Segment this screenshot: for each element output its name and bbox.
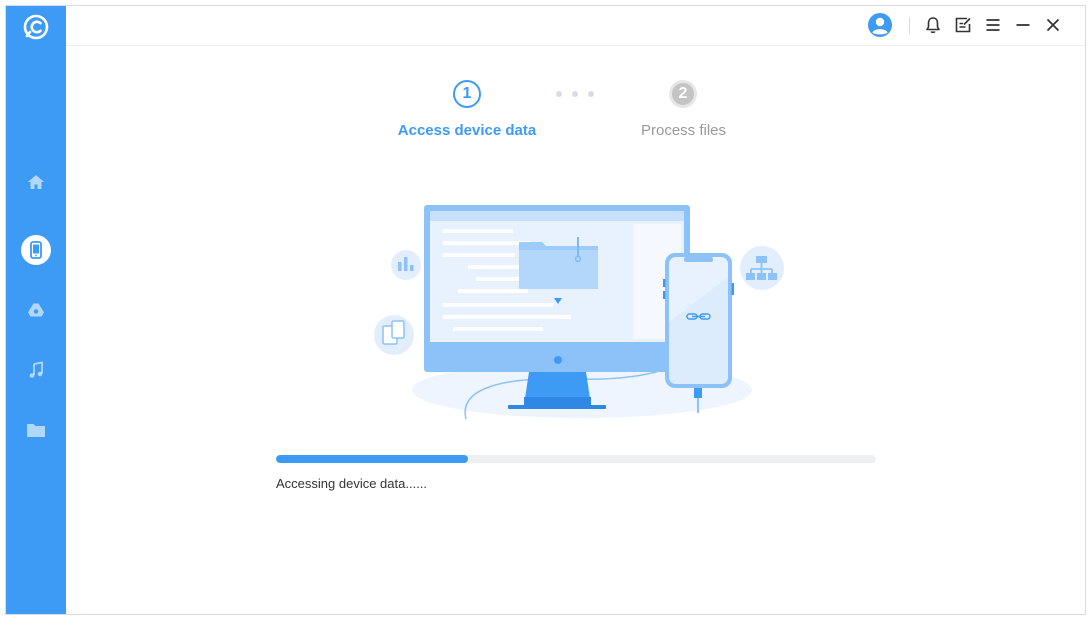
sidebar-item-music[interactable] [6, 350, 66, 390]
cable-plug [694, 388, 702, 398]
sidebar-item-home[interactable] [6, 162, 66, 202]
app-logo-icon [21, 12, 51, 42]
sidebar [6, 6, 66, 614]
sidebar-item-files[interactable] [6, 410, 66, 450]
step-connector-dot [588, 91, 594, 97]
cloud-drive-icon [28, 303, 44, 317]
close-icon [1046, 18, 1060, 32]
menu-button[interactable] [980, 12, 1006, 38]
progress-status-text: Accessing device data...... [276, 476, 428, 491]
app-window: 1 Access device data 2 Process files Acc… [5, 5, 1086, 615]
titlebar [66, 6, 1085, 46]
main-content: 1 Access device data 2 Process files Acc… [66, 47, 1085, 614]
step-2-label: Process files [640, 122, 727, 139]
step-connector-dot [556, 91, 562, 97]
progress-bar [276, 455, 876, 463]
monitor-power-dot [554, 356, 562, 364]
titlebar-separator [909, 17, 910, 35]
minimize-button[interactable] [1010, 12, 1036, 38]
sidebar-item-device[interactable] [6, 230, 66, 270]
folder-icon [27, 424, 45, 437]
home-icon [28, 175, 44, 189]
phone-icon [30, 241, 42, 259]
sidebar-item-cloud[interactable] [6, 290, 66, 330]
step-1-indicator: 1 [453, 80, 481, 108]
active-indicator [21, 235, 51, 265]
step-connector-dot [572, 91, 578, 97]
music-note-icon [29, 361, 43, 378]
close-button[interactable] [1040, 12, 1066, 38]
minimize-icon [1016, 24, 1030, 26]
menu-icon [986, 19, 1000, 31]
monitor-base [508, 405, 606, 409]
user-account-button[interactable] [867, 12, 893, 38]
notifications-button[interactable] [920, 12, 946, 38]
feedback-icon [955, 17, 971, 33]
step-1-label: Access device data [397, 122, 537, 139]
user-avatar-icon [868, 13, 892, 37]
device-connection-illustration [374, 205, 784, 420]
step-2-indicator: 2 [669, 80, 697, 108]
feedback-button[interactable] [950, 12, 976, 38]
progress-bar-fill [276, 455, 468, 463]
bell-icon [926, 17, 940, 34]
